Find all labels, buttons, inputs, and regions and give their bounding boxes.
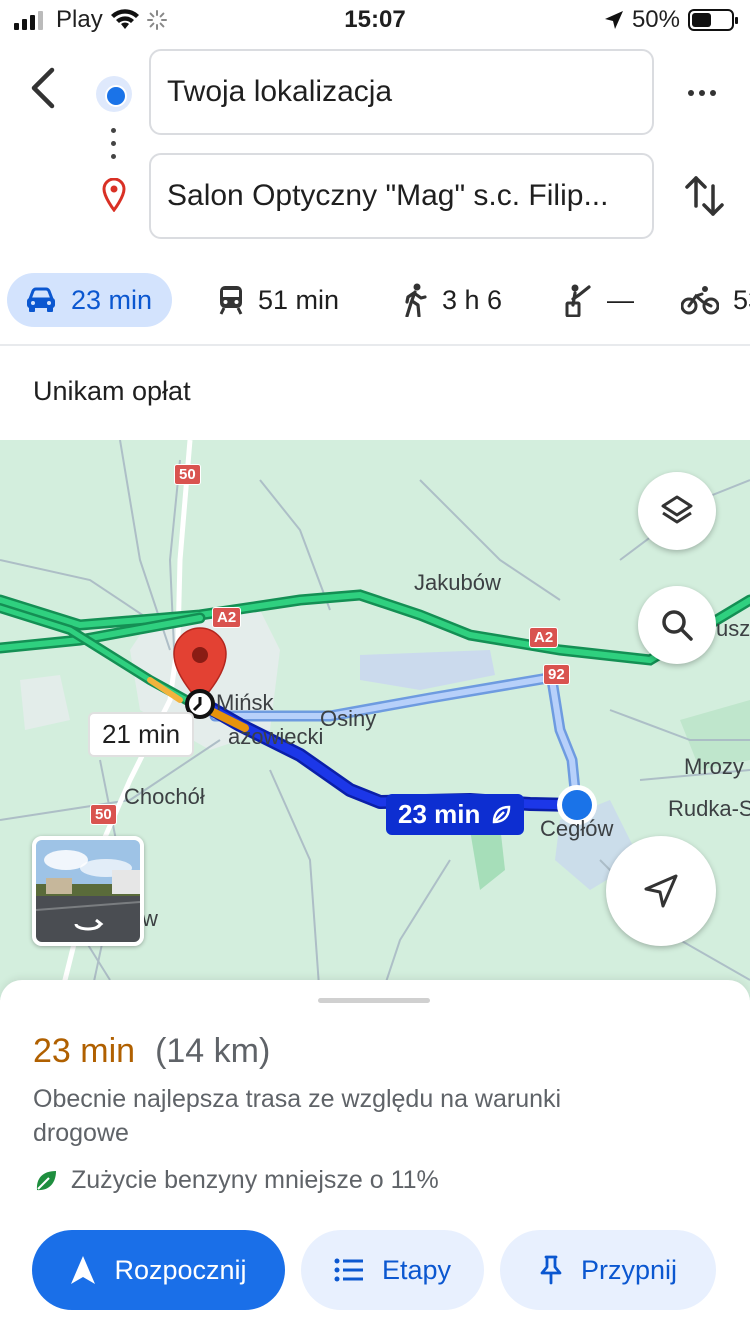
destination-field-value: Salon Optyczny "Mag" s.c. Filip... (167, 179, 609, 212)
tab-transit[interactable]: 51 min (218, 273, 339, 327)
map-label-minsk: Mińsk (216, 690, 274, 715)
road-shield-a2: A2 (212, 607, 242, 628)
road-shield-92: 92 (543, 664, 570, 685)
map-label-mrozy: Mrozy (684, 754, 744, 779)
search-along-route-button[interactable] (638, 586, 716, 664)
main-route-eta[interactable]: 23 min (386, 794, 525, 835)
eco-leaf-icon (493, 805, 511, 823)
location-arrow-icon (604, 11, 623, 29)
steps-button-label: Etapy (381, 1254, 452, 1285)
train-icon (219, 286, 243, 315)
layers-icon (661, 495, 693, 524)
route-connector-icon (111, 128, 117, 162)
map-label-w: w (142, 906, 158, 931)
map-label-rudka: Rudka-S (668, 796, 750, 821)
map-label-ceglow: Cegłów (540, 816, 614, 841)
chevron-left-icon (31, 67, 55, 109)
ride-hail-icon (565, 284, 591, 317)
list-icon (334, 1258, 363, 1282)
travel-mode-tabs: 23 min 51 min 3 h 6 — 53 (0, 270, 750, 330)
pin-button-label: Przypnij (580, 1254, 678, 1285)
tab-car[interactable]: 23 min (7, 273, 173, 327)
map-label-edge: usz (716, 616, 750, 641)
steps-button[interactable]: Etapy (301, 1230, 484, 1310)
layers-button[interactable] (638, 472, 716, 550)
map-label-mazowiecki: azowiecki (228, 724, 324, 749)
pin-icon (540, 1255, 562, 1285)
status-bar: Play 15:07 50% (0, 0, 750, 42)
route-summary-sheet: 23 min (14 km) Obecnie najlepsza trasa z… (0, 980, 750, 1334)
swap-vertical-icon (685, 176, 724, 216)
leaf-icon (36, 1170, 56, 1190)
destination-field[interactable]: Salon Optyczny "Mag" s.c. Filip... (149, 153, 654, 239)
search-icon (662, 610, 693, 641)
battery-percent: 50% (631, 6, 680, 33)
bicycle-icon (681, 286, 719, 315)
street-view-thumbnail[interactable] (32, 836, 144, 946)
tab-car-label: 23 min (71, 284, 153, 315)
origin-field-value: Twoja lokalizacja (167, 75, 393, 108)
tab-bike-label: 53 (733, 284, 750, 315)
route-distance: (14 km) (155, 1032, 271, 1070)
map-label-chochol: Chochół (124, 784, 205, 809)
destination-pin-icon (102, 177, 126, 213)
main-route-eta-text: 23 min (398, 799, 481, 829)
tab-ride-label: — (607, 284, 634, 315)
route-options-label[interactable]: Unikam opłat (33, 376, 191, 407)
tab-ride[interactable]: — (563, 273, 634, 327)
more-dot-icon (688, 90, 694, 96)
start-navigation-button[interactable]: Rozpocznij (32, 1230, 285, 1310)
battery-icon (688, 9, 738, 31)
fuel-savings-note: Zużycie benzyny mniejsze o 11% (33, 1166, 439, 1195)
road-shield-50: 50 (174, 464, 201, 485)
recenter-button[interactable] (606, 836, 716, 946)
pin-button[interactable]: Przypnij (500, 1230, 716, 1310)
origin-dot-icon (96, 76, 132, 112)
road-shield-50-south: 50 (90, 804, 117, 825)
swap-directions-button[interactable] (682, 172, 728, 220)
more-options-button[interactable] (680, 76, 724, 110)
route-description: Obecnie najlepsza trasa ze względu na wa… (33, 1085, 562, 1147)
sheet-drag-handle[interactable] (318, 998, 430, 1003)
back-button[interactable] (22, 62, 66, 114)
battery-level (692, 13, 711, 27)
divider (0, 344, 750, 346)
map-label-osiny: Osiny (320, 706, 377, 731)
route-summary: 23 min (14 km) (33, 1032, 270, 1071)
origin-field[interactable]: Twoja lokalizacja (149, 49, 654, 135)
car-icon (27, 287, 55, 312)
tab-bike[interactable]: 53 (681, 273, 750, 327)
walking-icon (405, 283, 427, 317)
alternate-route-eta[interactable]: 21 min (88, 712, 195, 757)
navigation-arrow-icon (644, 874, 678, 908)
route-duration: 23 min (33, 1032, 136, 1070)
tab-transit-label: 51 min (258, 284, 340, 315)
map-label-jakubow: Jakubów (414, 570, 501, 595)
map-view[interactable]: 50 A2 A2 92 50 Jakubów Mińsk azowiecki O… (0, 440, 750, 1000)
start-button-label: Rozpocznij (114, 1254, 247, 1285)
fuel-savings-text: Zużycie benzyny mniejsze o 11% (71, 1166, 439, 1194)
navigation-icon (71, 1256, 96, 1284)
tab-walk-label: 3 h 6 (442, 284, 503, 315)
road-shield-a2-east: A2 (529, 627, 559, 648)
status-right: 50% (604, 6, 738, 34)
tab-walk[interactable]: 3 h 6 (402, 273, 502, 327)
